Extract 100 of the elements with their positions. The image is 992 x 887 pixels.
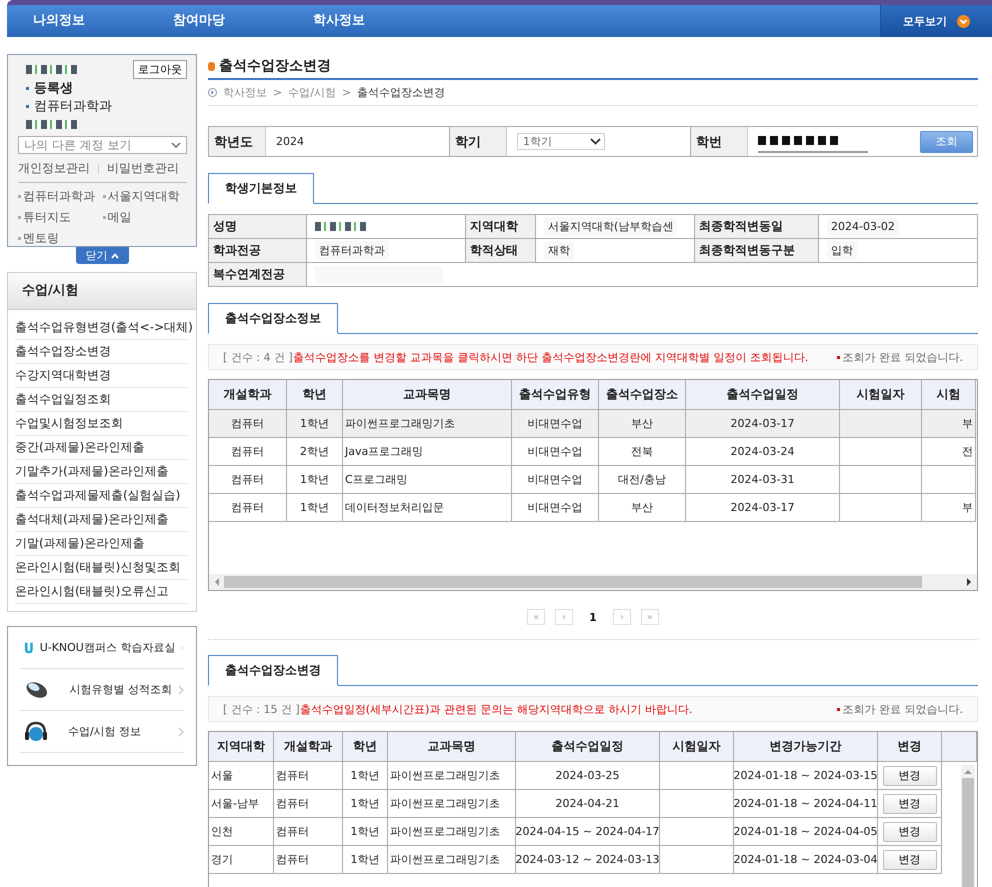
section-tab[interactable]: 출석수업장소변경 — [208, 655, 338, 686]
nav-menu-item[interactable]: 참여마당 — [173, 5, 313, 37]
table-cell: 2024-03-12 ~ 2024-03-13 — [516, 846, 660, 874]
record-count: [ 건수 : 4 건 ] — [223, 350, 293, 364]
account-link[interactable]: 비밀번호관리 — [107, 160, 179, 177]
field-label: 성명 — [209, 215, 307, 239]
change-button[interactable]: 변경 — [882, 850, 936, 870]
field-value: 컴퓨터과학과 — [315, 241, 389, 260]
nav-menu-item[interactable]: 학사정보 — [313, 5, 453, 37]
chevron-down-icon — [590, 138, 601, 145]
status-message: 조회가 완료 되었습니다. — [842, 702, 963, 716]
quick-link-item[interactable]: U-KNOU캠퍼스 학습자료실 — [20, 627, 184, 669]
table-cell: 컴퓨터 — [274, 846, 343, 874]
status-message: 조회가 완료 되었습니다. — [842, 350, 963, 364]
field-label: 학기 — [449, 127, 507, 156]
arrow-up-icon[interactable] — [964, 769, 972, 774]
close-button[interactable]: 닫기 — [76, 247, 128, 264]
table-row[interactable]: 컴퓨터 2학년 Java프로그래밍 비대면수업 전북 2024-03-24 전 — [209, 438, 977, 466]
table-row[interactable]: 컴퓨터 1학년 데이터정보처리입문 비대면수업 부산 2024-03-17 부 — [209, 494, 977, 522]
menu-item[interactable]: 출석수업장소변경 — [15, 340, 188, 364]
menu-item[interactable]: 기말(과제물)온라인제출 — [15, 532, 188, 556]
table-cell: 2024-01-18 ~ 2024-03-04 — [734, 846, 878, 874]
menu-item[interactable]: 출석대체(과제물)온라인제출 — [15, 508, 188, 532]
chevron-right-icon — [178, 726, 184, 736]
table-cell: 부 — [922, 494, 976, 522]
student-status: 등록생 — [34, 80, 73, 97]
view-all-button[interactable]: 모두보기 — [880, 5, 992, 37]
bullet-icon — [102, 216, 106, 219]
account-select[interactable]: 나의 다른 계정 보기 — [18, 136, 187, 154]
menu-item[interactable]: 출석수업일정조회 — [15, 388, 188, 412]
menu-item[interactable]: 온라인시험(태블릿)오류신고 — [15, 580, 188, 604]
quick-link[interactable]: 메일 — [108, 209, 132, 226]
menu-item[interactable]: 중간(과제물)온라인제출 — [15, 436, 188, 460]
arrow-left-icon[interactable] — [214, 578, 220, 586]
notice-message: 출석수업일정(세부시간표)과 관련된 문의는 해당지역대학으로 하시기 바랍니다. — [300, 702, 692, 716]
page-number[interactable]: 1 — [583, 610, 603, 624]
menu-item[interactable]: 온라인시험(태블릿)신청및조회 — [15, 556, 188, 580]
section-tab[interactable]: 학생기본정보 — [208, 173, 314, 204]
menu-item[interactable]: 기말추가(과제물)온라인제출 — [15, 460, 188, 484]
account-link[interactable]: 개인정보관리 — [18, 160, 90, 177]
table-cell: 부산 — [599, 494, 686, 522]
semester-select[interactable]: 1학기 — [517, 133, 605, 150]
column-header: 시험일자 — [840, 380, 922, 410]
column-header: 출석수업유형 — [512, 380, 599, 410]
breadcrumb-link[interactable]: 학사정보 — [223, 85, 267, 100]
redacted-block — [26, 65, 78, 74]
quick-link[interactable]: 튜터지도 — [23, 209, 71, 226]
breadcrumb-link[interactable]: 출석수업장소변경 — [357, 85, 446, 100]
breadcrumb-link[interactable]: 수업/시험 — [288, 85, 336, 100]
arrow-right-icon[interactable] — [966, 578, 972, 586]
field-value: 서울지역대학(남부학습센 — [544, 217, 678, 236]
record-count: [ 건수 : 15 건 ] — [223, 702, 300, 716]
quick-link-item[interactable]: 수업/시험 정보 — [20, 711, 184, 753]
menu-item[interactable]: 수업및시험정보조회 — [15, 412, 188, 436]
table-cell: 데이터정보처리입문 — [343, 494, 512, 522]
vertical-scrollbar[interactable] — [961, 765, 975, 887]
column-header: 지역대학 — [209, 732, 274, 762]
table-cell: 1학년 — [287, 494, 343, 522]
field-label: 학과전공 — [209, 239, 307, 263]
column-header: 교과목명 — [388, 732, 516, 762]
column-header: 시험 — [922, 380, 976, 410]
change-button[interactable]: 변경 — [882, 794, 936, 814]
breadcrumb-separator: > — [273, 86, 282, 99]
bullet-icon — [18, 237, 21, 240]
bullet-icon — [836, 356, 840, 358]
bullet-icon — [26, 104, 29, 108]
chevron-down-icon — [957, 14, 970, 28]
quick-link[interactable]: 서울지역대학 — [108, 188, 180, 205]
bullet-icon — [836, 708, 840, 710]
table-row[interactable]: 컴퓨터 1학년 C프로그래밍 비대면수업 대전/충남 2024-03-31 — [209, 466, 977, 494]
table-row[interactable]: 컴퓨터 1학년 파이썬프로그래밍기초 비대면수업 부산 2024-03-17 부 — [209, 410, 977, 438]
horizontal-scrollbar[interactable] — [209, 574, 977, 590]
column-header: 출석수업일정 — [516, 732, 660, 762]
nav-menu-item[interactable]: 나의정보 — [33, 5, 173, 37]
field-label: 최종학적변동일 — [695, 215, 819, 239]
menu-item[interactable]: 출석수업과제물제출(실험실습) — [15, 484, 188, 508]
table-cell: 컴퓨터 — [209, 494, 287, 522]
chevron-right-icon — [178, 684, 184, 694]
logout-button[interactable]: 로그아웃 — [133, 60, 187, 79]
change-button[interactable]: 변경 — [882, 822, 936, 842]
quick-link-item[interactable]: 시험유형별 성적조회 — [20, 669, 184, 711]
column-header: 학년 — [287, 380, 343, 410]
change-button[interactable]: 변경 — [882, 766, 936, 786]
column-header: 교과목명 — [343, 380, 512, 410]
table-cell: 파이썬프로그래밍기초 — [388, 846, 516, 874]
column-header: 개설학과 — [209, 380, 287, 410]
menu-item[interactable]: 수강지역대학변경 — [15, 364, 188, 388]
field-label: 최종학적변동구분 — [695, 239, 819, 263]
column-header: 출석수업일정 — [686, 380, 840, 410]
bullet-icon — [18, 195, 21, 198]
column-header: 학년 — [343, 732, 388, 762]
notice-message: 출석수업장소를 변경할 교과목을 클릭하시면 하단 출석수업장소변경란에 지역대학별 일정이 조회됩니다. — [292, 350, 808, 364]
headset-icon — [24, 720, 48, 742]
redacted-block — [26, 120, 78, 128]
field-value: 재학 — [544, 241, 574, 260]
field-value: 2024-03-02 — [827, 218, 899, 235]
section-tab[interactable]: 출석수업장소정보 — [208, 303, 338, 334]
quick-link[interactable]: 멘토링 — [23, 230, 59, 247]
menu-title: 수업/시험 — [8, 273, 196, 310]
quick-link[interactable]: 컴퓨터과학과 — [23, 188, 95, 205]
